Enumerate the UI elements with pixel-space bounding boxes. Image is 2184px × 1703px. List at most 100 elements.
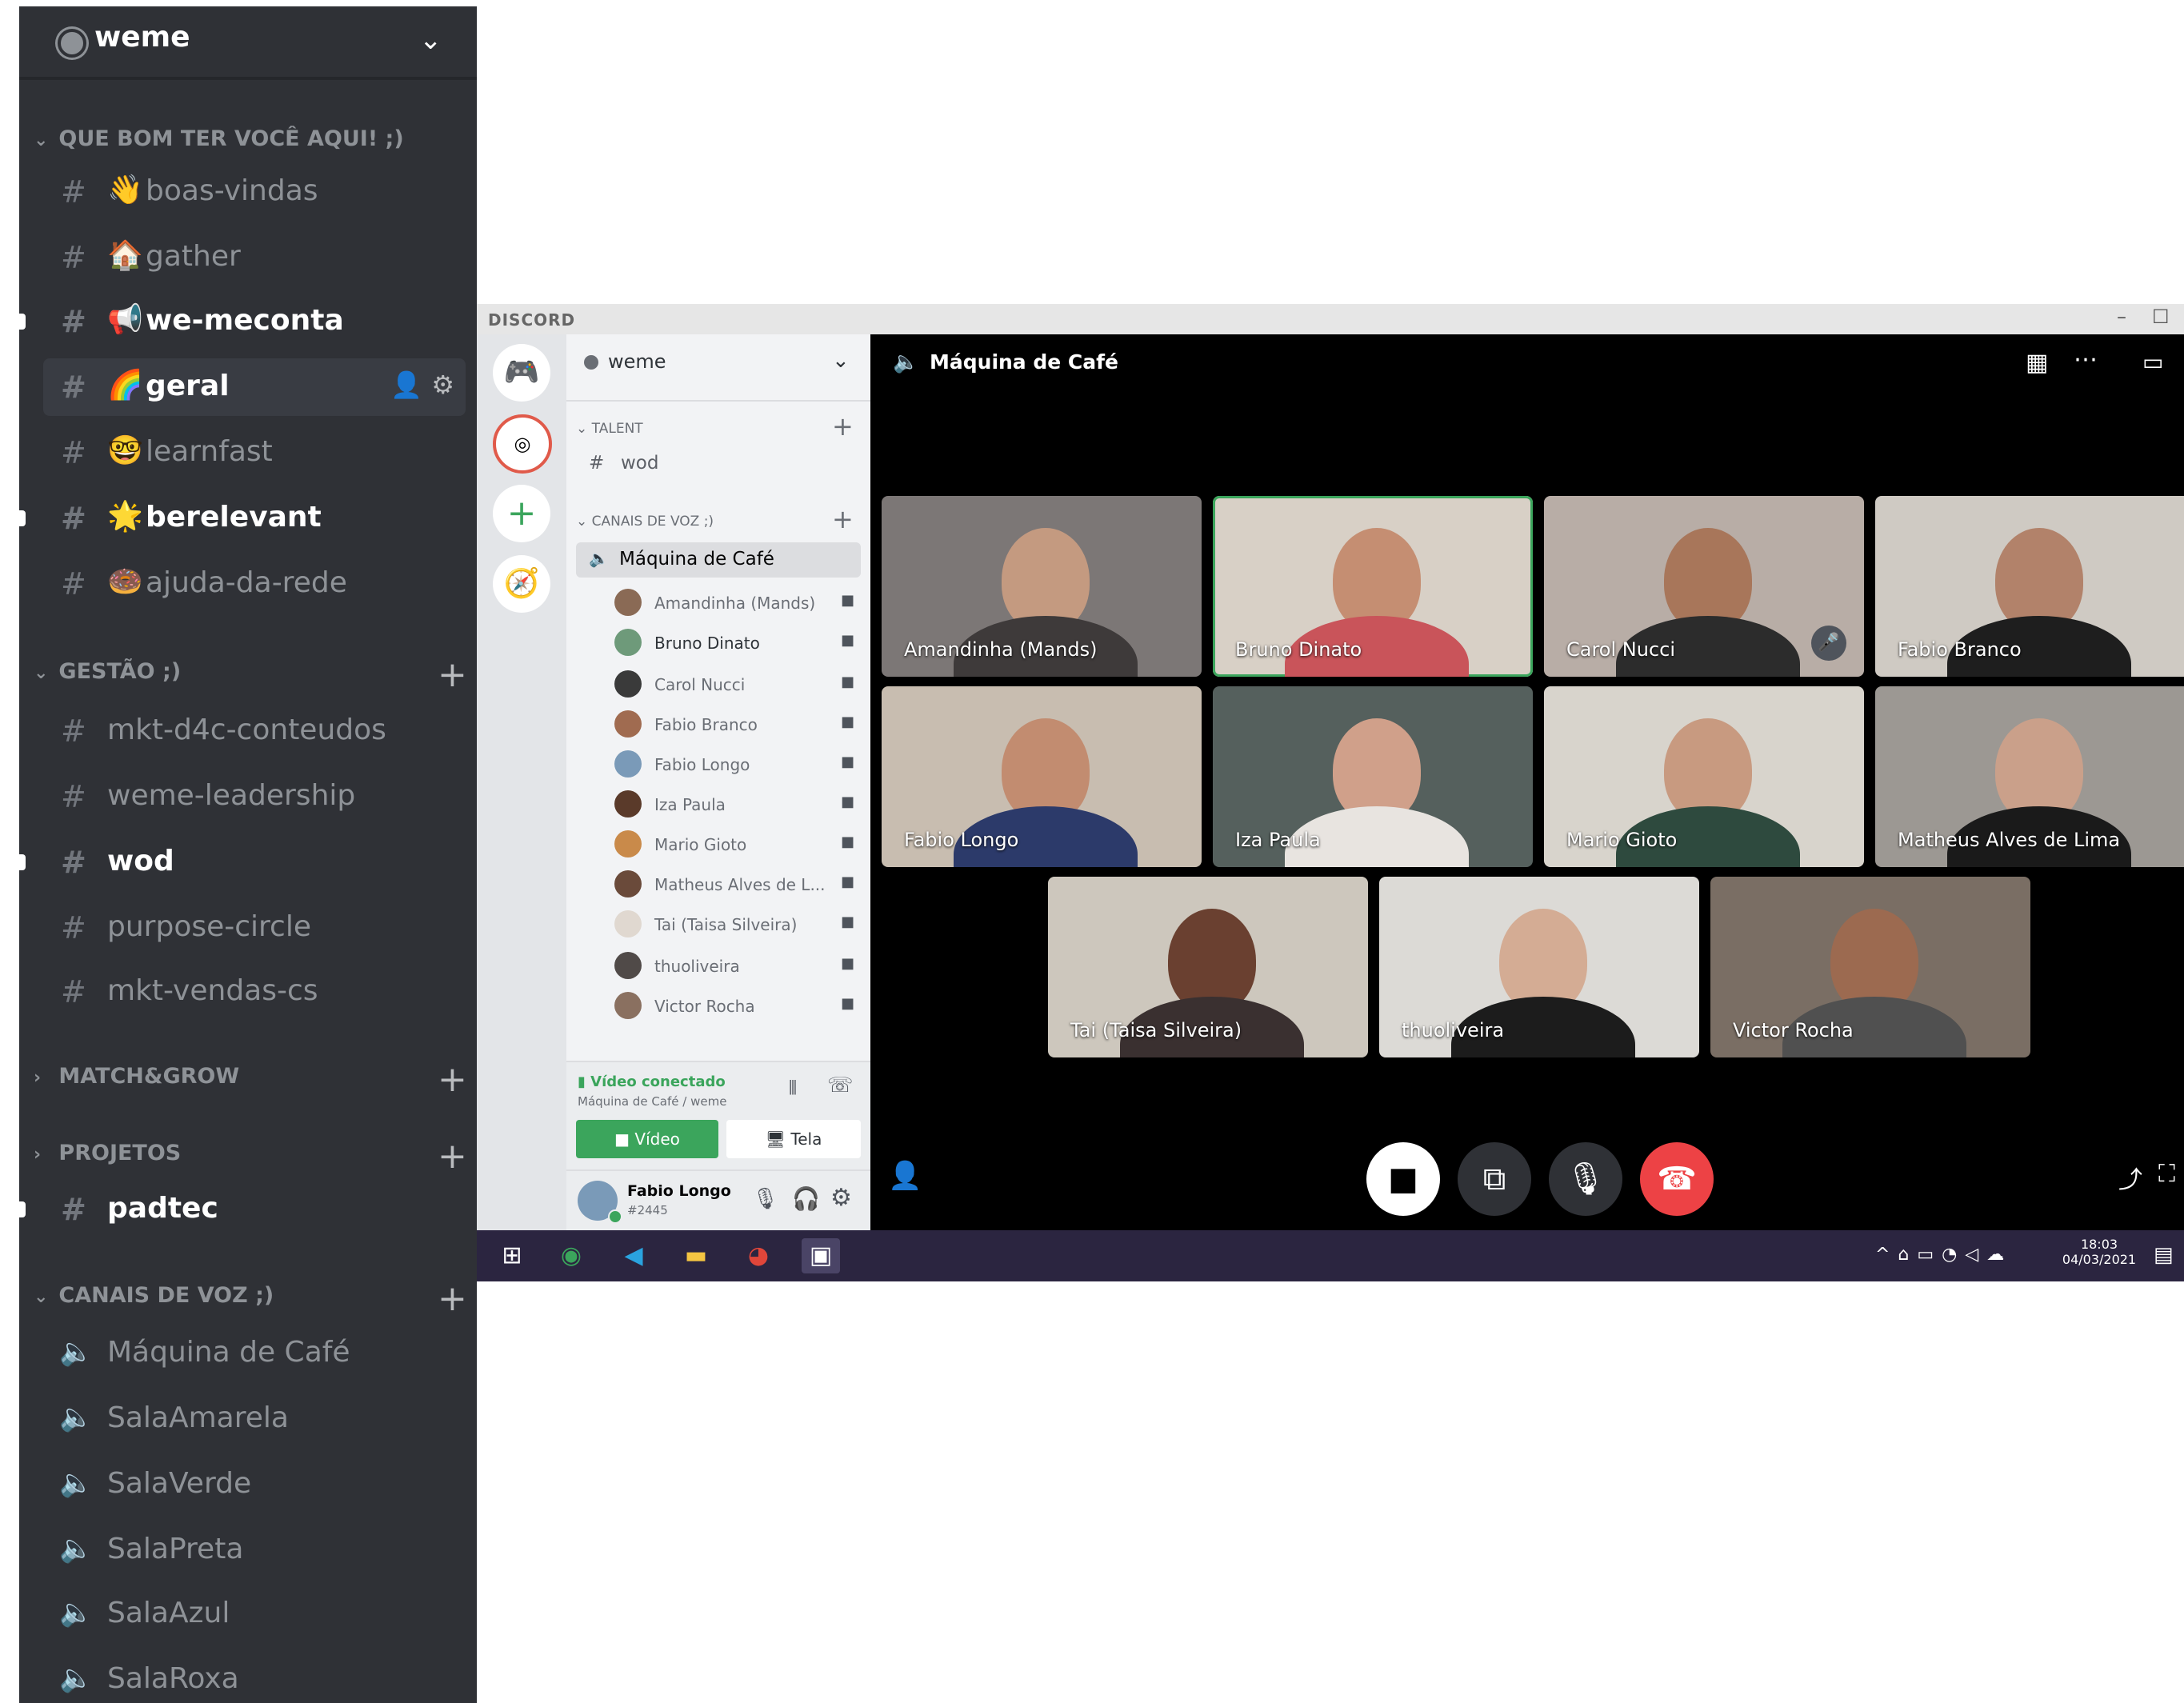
gear-icon[interactable]: ⚙ — [830, 1184, 852, 1212]
category-match-grow[interactable]: › MATCH&GROW + — [34, 1062, 467, 1097]
category-voice[interactable]: ⌄ CANAIS DE VOZ ;) — [576, 514, 714, 530]
chevron-down-icon[interactable]: ⌄ — [419, 24, 442, 56]
hang-up-button[interactable]: ☎ — [1640, 1142, 1714, 1216]
video-tile[interactable]: Tai (Taisa Silveira) — [1048, 877, 1368, 1057]
voice-member[interactable]: Fabio Branco ■ — [614, 707, 854, 742]
voice-member[interactable]: Iza Paula ■ — [614, 787, 854, 822]
voice-channel-maquina-de-cafe[interactable]: 🔈 Máquina de Café — [576, 542, 861, 578]
voice-member[interactable]: Fabio Longo ■ — [614, 747, 854, 782]
minimize-icon[interactable]: – — [2117, 306, 2126, 328]
voice-location[interactable]: Máquina de Café / weme — [578, 1094, 726, 1109]
add-channel-icon[interactable]: + — [832, 504, 854, 534]
add-user-icon[interactable]: 👤 — [390, 370, 422, 400]
category-welcome[interactable]: ⌄ QUE BOM TER VOCÊ AQUI! ;) — [34, 126, 404, 158]
video-camera-icon: ■ — [840, 955, 854, 972]
invite-user-icon[interactable]: 👤 — [888, 1160, 922, 1192]
add-channel-icon[interactable]: + — [438, 1139, 467, 1174]
add-channel-icon[interactable]: + — [438, 658, 467, 693]
more-options-icon[interactable]: ⋯ — [2074, 346, 2098, 374]
add-server-icon[interactable]: + — [493, 485, 550, 542]
channel-wod[interactable]: # wod — [19, 834, 466, 891]
video-tile[interactable]: Fabio Longo — [882, 686, 1202, 867]
video-tile[interactable]: Carol Nucci 🎤 — [1544, 496, 1864, 677]
voice-member[interactable]: Mario Gioto ■ — [614, 827, 854, 862]
file-explorer-icon[interactable]: ▬ — [677, 1238, 715, 1273]
voice-member[interactable]: Matheus Alves de L... ■ — [614, 867, 854, 902]
channel-geral[interactable]: # 🌈 geral 👤 ⚙ — [43, 358, 466, 416]
server-header[interactable]: weme ⌄ — [566, 334, 870, 402]
discord-taskbar-icon[interactable]: ▣ — [802, 1238, 840, 1273]
channel-weme-leadership[interactable]: # weme-leadership — [43, 768, 466, 826]
voice-member[interactable]: thuoliveira ■ — [614, 949, 854, 984]
channel-padtec[interactable]: # padtec — [19, 1181, 466, 1238]
explore-compass-icon[interactable]: 🧭 — [493, 555, 550, 613]
maximize-icon[interactable]: ☐ — [2152, 306, 2170, 328]
category-projetos[interactable]: › PROJETOS + — [34, 1139, 467, 1174]
voice-member[interactable]: Victor Rocha ■ — [614, 989, 854, 1024]
channel-berelevant[interactable]: # 🌟 berelevant — [19, 490, 466, 547]
voice-member[interactable]: Tai (Taisa Silveira) ■ — [614, 907, 854, 942]
fullscreen-icon[interactable]: ⛶ — [2158, 1160, 2175, 1188]
screen-share-button[interactable]: 🖥 Tela — [726, 1120, 861, 1158]
channel-gather[interactable]: # 🏠 gather — [43, 229, 466, 286]
notifications-icon[interactable]: ▤ — [2154, 1243, 2174, 1267]
voice-channel-maquina-de-cafe[interactable]: 🔈 Máquina de Café — [43, 1325, 466, 1382]
add-channel-icon[interactable]: + — [438, 1062, 467, 1097]
channel-mkt-vendas-cs[interactable]: # mkt-vendas-cs — [43, 963, 466, 1021]
chrome-icon[interactable]: ◕ — [739, 1238, 778, 1273]
chevron-down-icon[interactable]: ⌄ — [832, 349, 850, 373]
voice-member[interactable]: Carol Nucci ■ — [614, 667, 854, 702]
category-label: QUE BOM TER VOCÊ AQUI! ;) — [58, 126, 404, 151]
windows-start-icon[interactable]: ⊞ — [493, 1238, 531, 1273]
telegram-icon[interactable]: ◀ — [614, 1238, 653, 1273]
video-tile[interactable]: Matheus Alves de Lima — [1875, 686, 2184, 867]
channel-ajuda-da-rede[interactable]: # 🍩 ajuda-da-rede — [43, 555, 466, 613]
add-channel-icon[interactable]: + — [438, 1281, 467, 1317]
video-tile[interactable]: Victor Rocha — [1710, 877, 2030, 1057]
whatsapp-icon[interactable]: ◉ — [552, 1238, 590, 1273]
headphones-icon[interactable]: 🎧 — [792, 1185, 820, 1212]
discord-home-icon[interactable]: 🎮 — [493, 344, 550, 402]
server-icon-weme[interactable]: ◎ — [493, 414, 552, 474]
grid-layout-icon[interactable]: ▦ — [2026, 349, 2048, 377]
video-tile[interactable]: Mario Gioto — [1544, 686, 1864, 867]
channel-mkt-d4c-conteudos[interactable]: # mkt-d4c-conteudos — [43, 702, 466, 760]
video-camera-icon: ■ — [840, 873, 854, 890]
speaker-icon: 🔈 — [59, 1662, 94, 1694]
noise-suppression-icon[interactable]: ⫴ — [789, 1077, 797, 1099]
chevron-down-icon: ⌄ — [34, 1287, 49, 1307]
inbox-icon[interactable]: ▭ — [2142, 349, 2163, 375]
add-channel-icon[interactable]: + — [832, 411, 854, 442]
voice-member[interactable]: Bruno Dinato ■ — [614, 626, 854, 661]
server-header[interactable]: weme ⌄ — [19, 6, 477, 80]
channel-wod[interactable]: # wod — [576, 446, 861, 482]
gear-icon[interactable]: ⚙ — [431, 370, 454, 400]
voice-channel-salapreta[interactable]: 🔈 SalaPreta — [43, 1521, 466, 1579]
voice-channel-salaazul[interactable]: 🔈 SalaAzul — [43, 1585, 466, 1643]
video-tile[interactable]: thuoliveira — [1379, 877, 1699, 1057]
channel-purpose-circle[interactable]: # purpose-circle — [43, 899, 466, 957]
clock[interactable]: 18:03 04/03/2021 — [2061, 1237, 2138, 1267]
screen-share-button[interactable]: ⧉ — [1458, 1142, 1531, 1216]
channel-we-meconta[interactable]: # 📢 we-meconta — [19, 293, 466, 350]
video-tile[interactable]: Iza Paula — [1213, 686, 1533, 867]
category-voice[interactable]: ⌄ CANAIS DE VOZ ;) + — [34, 1281, 467, 1317]
video-button[interactable]: ■ Vídeo — [576, 1120, 718, 1158]
microphone-button[interactable]: 🎙 — [1549, 1142, 1622, 1216]
camera-toggle-button[interactable]: ■ — [1366, 1142, 1440, 1216]
video-tile[interactable]: Amandinha (Mands) — [882, 496, 1202, 677]
category-talent[interactable]: ⌄ TALENT — [576, 421, 643, 437]
channel-boas-vindas[interactable]: # 👋 boas-vindas — [43, 163, 466, 221]
channel-learnfast[interactable]: # 🤓 learnfast — [43, 424, 466, 482]
voice-member[interactable]: Amandinha (Mands) ■ — [614, 586, 854, 621]
popout-icon[interactable]: ⤴ — [2118, 1160, 2142, 1195]
voice-channel-salaamarela[interactable]: 🔈 SalaAmarela — [43, 1390, 466, 1448]
video-tile-speaking[interactable]: Bruno Dinato — [1213, 496, 1533, 677]
voice-channel-salaroxa[interactable]: 🔈 SalaRoxa — [43, 1651, 466, 1703]
category-gestao[interactable]: ⌄ GESTÃO ;) + — [34, 658, 467, 693]
voice-channel-salaverde[interactable]: 🔈 SalaVerde — [43, 1456, 466, 1513]
microphone-icon[interactable]: 🎙 — [752, 1187, 778, 1211]
system-tray-icons[interactable]: ^⌂▭◔◁☁ — [1875, 1245, 2012, 1265]
disconnect-icon[interactable]: ☏ — [827, 1073, 854, 1097]
video-tile[interactable]: Fabio Branco — [1875, 496, 2184, 677]
